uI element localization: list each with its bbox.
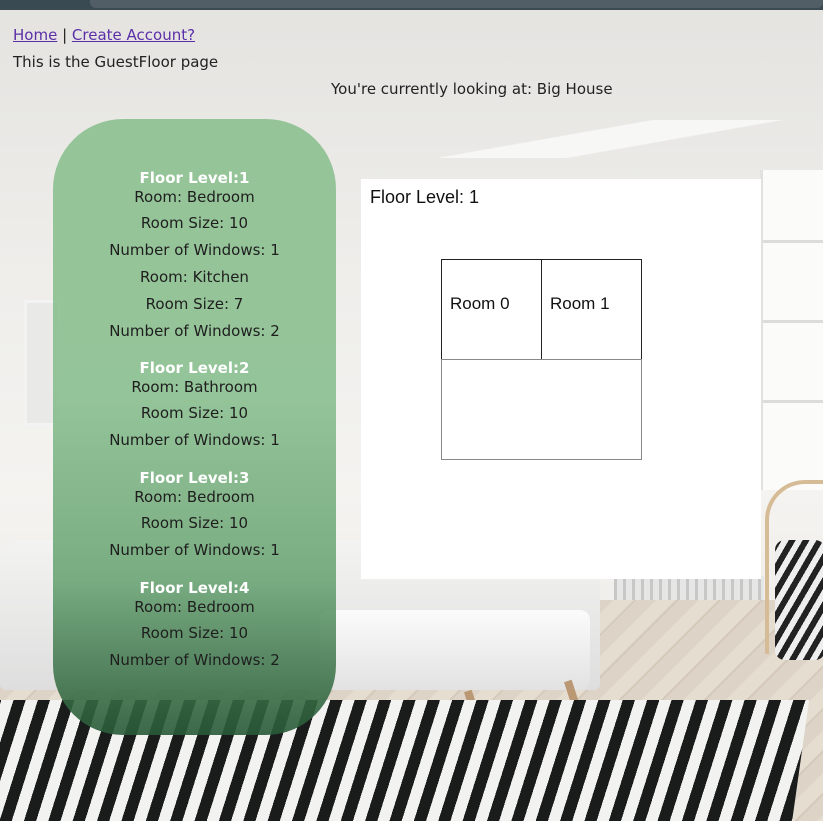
current-house-label: You're currently looking at: Big House xyxy=(331,80,613,98)
room-size: Room Size: 10 xyxy=(140,624,249,642)
room-name: Room: Bathroom xyxy=(131,378,258,396)
room-name: Room: Bedroom xyxy=(134,598,255,616)
room-size: Room Size: 7 xyxy=(145,295,244,313)
floor-title: Floor Level:3 xyxy=(139,469,250,487)
nav-links: Home | Create Account? xyxy=(13,26,195,44)
floor-plan-room-1[interactable]: Room 1 xyxy=(541,259,642,360)
floor-list-panel: Floor Level:1 Room: Bedroom Room Size: 1… xyxy=(53,119,336,735)
room-windows: Number of Windows: 1 xyxy=(109,241,280,259)
nav-separator: | xyxy=(62,26,68,44)
floor-plan-title: Floor Level: 1 xyxy=(370,187,480,207)
background-ceiling xyxy=(390,120,823,158)
create-account-link[interactable]: Create Account? xyxy=(72,26,195,44)
floor-title: Floor Level:4 xyxy=(139,579,250,597)
room-label: Room 0 xyxy=(450,294,510,313)
room-size: Room Size: 10 xyxy=(140,214,249,232)
room-label: Room 1 xyxy=(550,294,610,313)
top-bar xyxy=(0,0,823,10)
background-window xyxy=(760,170,823,490)
room-name: Room: Kitchen xyxy=(140,268,249,286)
room-windows: Number of Windows: 1 xyxy=(109,431,280,449)
floor-plan-empty-area xyxy=(441,359,642,460)
room-windows: Number of Windows: 2 xyxy=(109,322,280,340)
floor-plan-canvas[interactable]: Floor Level: 1 Room 0 Room 1 xyxy=(361,179,761,579)
page-message: This is the GuestFloor page xyxy=(13,53,219,71)
floor-block-2: Floor Level:2 Room: Bathroom Room Size: … xyxy=(53,358,336,454)
room-windows: Number of Windows: 1 xyxy=(109,541,280,559)
room-size: Room Size: 10 xyxy=(140,404,249,422)
floor-plan-room-0[interactable]: Room 0 xyxy=(441,259,542,360)
floor-block-4: Floor Level:4 Room: Bedroom Room Size: 1… xyxy=(53,578,336,674)
home-link[interactable]: Home xyxy=(13,26,57,44)
room-name: Room: Bedroom xyxy=(134,488,255,506)
floor-block-1: Floor Level:1 Room: Bedroom Room Size: 1… xyxy=(53,168,336,345)
room-name: Room: Bedroom xyxy=(134,188,255,206)
top-bar-inner xyxy=(90,0,823,8)
floor-title: Floor Level:2 xyxy=(139,359,250,377)
floor-block-3: Floor Level:3 Room: Bedroom Room Size: 1… xyxy=(53,468,336,564)
room-windows: Number of Windows: 2 xyxy=(109,651,280,669)
room-size: Room Size: 10 xyxy=(140,514,249,532)
background-ottoman xyxy=(320,610,590,690)
background-blanket xyxy=(775,540,823,660)
floor-title: Floor Level:1 xyxy=(139,169,250,187)
